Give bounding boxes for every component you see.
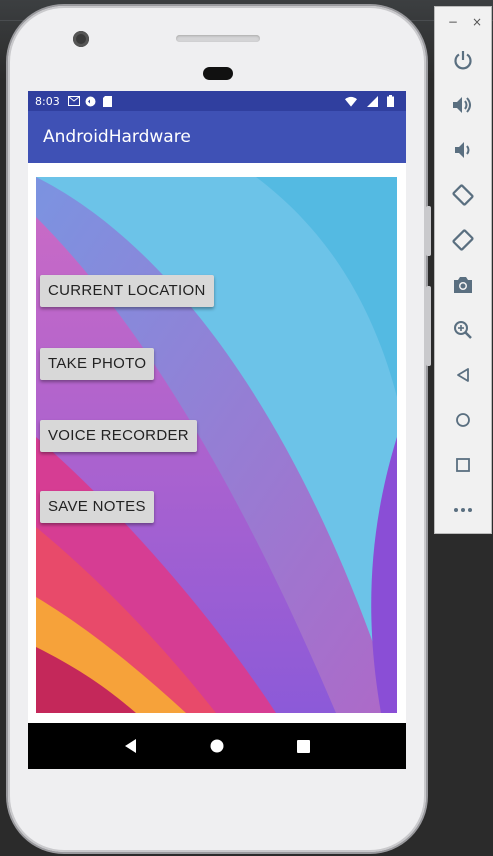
battery-icon: [387, 95, 394, 107]
navigation-bar: [28, 723, 406, 769]
more-icon[interactable]: [435, 487, 491, 532]
power-icon[interactable]: [435, 37, 491, 82]
app-title: AndroidHardware: [43, 127, 191, 147]
background-wallpaper: CURRENT LOCATION TAKE PHOTO VOICE RECORD…: [36, 177, 397, 713]
status-bar: 8:03: [28, 91, 406, 111]
sync-icon: [85, 96, 97, 107]
wifi-icon: [345, 96, 357, 107]
close-button[interactable]: ×: [472, 15, 482, 29]
take-photo-button[interactable]: TAKE PHOTO: [40, 348, 155, 380]
rotate-left-icon[interactable]: [435, 172, 491, 217]
overview-icon[interactable]: [435, 442, 491, 487]
emulator-toolbar: − ×: [434, 6, 492, 534]
save-notes-button[interactable]: SAVE NOTES: [40, 491, 154, 523]
home-icon[interactable]: [435, 397, 491, 442]
gmail-icon: [67, 96, 80, 107]
rotate-right-icon[interactable]: [435, 217, 491, 262]
app-bar: AndroidHardware: [28, 111, 406, 163]
minimize-button[interactable]: −: [448, 15, 458, 29]
emulator-phone-frame: 8:03 AndroidHardware CURRENT LOCATION TA…: [8, 6, 431, 852]
side-button-volume: [426, 286, 431, 366]
voice-recorder-button[interactable]: VOICE RECORDER: [40, 420, 197, 452]
signal-icon: [366, 95, 378, 107]
proximity-sensor: [203, 67, 233, 80]
device-screen: 8:03 AndroidHardware CURRENT LOCATION TA…: [28, 91, 406, 769]
volume-up-icon[interactable]: [435, 82, 491, 127]
side-button-power: [426, 206, 431, 256]
current-location-button[interactable]: CURRENT LOCATION: [40, 275, 214, 307]
sd-card-icon: [102, 95, 114, 107]
earpiece-speaker: [176, 35, 260, 42]
back-icon[interactable]: [435, 352, 491, 397]
back-icon[interactable]: [123, 738, 139, 754]
camera-icon[interactable]: [435, 262, 491, 307]
zoom-icon[interactable]: [435, 307, 491, 352]
recents-icon[interactable]: [295, 738, 311, 754]
front-camera: [73, 31, 89, 47]
volume-down-icon[interactable]: [435, 127, 491, 172]
status-time: 8:03: [35, 94, 60, 108]
home-icon[interactable]: [209, 738, 225, 754]
